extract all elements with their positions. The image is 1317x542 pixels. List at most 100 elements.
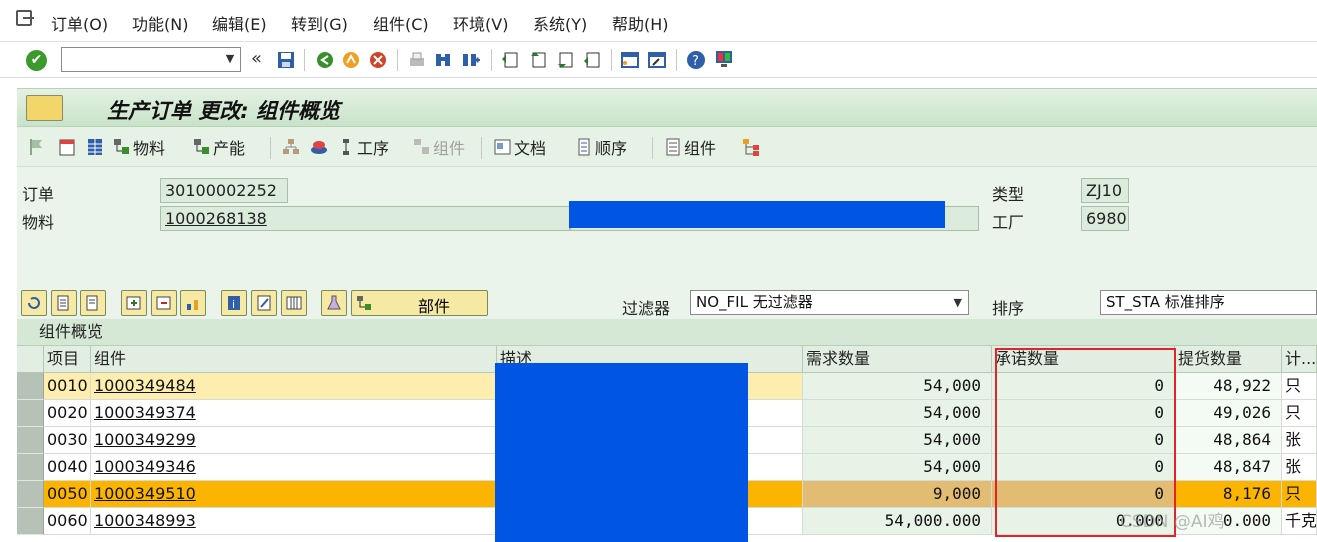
row-selector[interactable]: [17, 454, 44, 481]
col-unit[interactable]: 计...: [1282, 346, 1317, 373]
component-button[interactable]: 组件: [664, 136, 716, 158]
operation-button[interactable]: 工序: [337, 136, 389, 158]
menu-function[interactable]: 功能(N): [132, 11, 188, 35]
plant-field[interactable]: 6980: [1081, 206, 1129, 231]
cell-component-link[interactable]: 1000349510: [91, 481, 497, 508]
last-page-icon[interactable]: [582, 50, 602, 70]
cell-component-link[interactable]: 1000349299: [91, 427, 497, 454]
menu-system-icon[interactable]: [16, 10, 34, 26]
collapse-icon[interactable]: «: [251, 48, 262, 69]
cell-component-link[interactable]: 1000349346: [91, 454, 497, 481]
plant-label: 工厂: [992, 213, 1025, 232]
material-button[interactable]: 物料: [113, 136, 165, 158]
previous-page-icon[interactable]: [528, 50, 548, 70]
document-button[interactable]: 文档: [494, 136, 546, 158]
menu-environment[interactable]: 环境(V): [453, 11, 508, 35]
parts-button[interactable]: 部件: [351, 290, 488, 316]
document-button-label: 文档: [514, 139, 547, 158]
menu-order[interactable]: 订单(O): [51, 11, 108, 35]
svg-text:?: ?: [692, 54, 699, 69]
row-selector[interactable]: [17, 481, 44, 508]
order-field[interactable]: 30100002252: [160, 178, 288, 203]
cell-item: 0020: [44, 400, 91, 427]
sort-select[interactable]: ST_STA 标准排序: [1100, 290, 1317, 315]
list-icon: [86, 295, 98, 311]
grid-delete-button[interactable]: [151, 290, 177, 316]
capacity-button-label: 产能: [213, 139, 246, 158]
flag-icon[interactable]: [27, 137, 47, 157]
shortcut-icon[interactable]: [647, 50, 667, 70]
cell-component-link[interactable]: 1000348993: [91, 508, 497, 535]
sort-icon: [187, 300, 198, 310]
select-all-header[interactable]: [17, 346, 44, 373]
grid-layout-button[interactable]: [281, 290, 307, 316]
customize-layout-icon[interactable]: [714, 49, 734, 69]
details-icon: [57, 295, 69, 311]
enter-check-icon[interactable]: ✔: [26, 50, 47, 71]
grid-refresh-button[interactable]: [21, 290, 47, 316]
grid-color-button[interactable]: [321, 290, 347, 316]
refresh-icon: [28, 297, 40, 309]
grid-edit-button[interactable]: [251, 290, 277, 316]
sequence-button[interactable]: 顺序: [575, 136, 627, 158]
grid-sort-button[interactable]: [180, 290, 206, 316]
exit-icon[interactable]: [341, 50, 361, 70]
col-withdrawn-qty[interactable]: 提货数量: [1175, 346, 1282, 373]
next-page-icon[interactable]: [555, 50, 575, 70]
cell-component-link[interactable]: 1000349374: [91, 400, 497, 427]
watermark: CSDN @AI鸡: [1120, 512, 1225, 532]
save-icon[interactable]: [276, 50, 296, 70]
row-selector[interactable]: [17, 508, 44, 535]
grid-info-button[interactable]: i: [221, 290, 247, 316]
row-selector[interactable]: [17, 427, 44, 454]
operation-icon: [343, 139, 349, 155]
cell-item: 0050: [44, 481, 91, 508]
help-icon[interactable]: ?: [686, 50, 706, 70]
menu-goto[interactable]: 转到(G): [291, 11, 348, 35]
first-page-icon[interactable]: [500, 50, 520, 70]
cell-withdrawn-qty: 48,922: [1175, 373, 1282, 400]
menu-component[interactable]: 组件(C): [373, 11, 429, 35]
calendar-icon[interactable]: [57, 137, 77, 157]
edit-icon: [257, 295, 271, 311]
grid-details-button[interactable]: [51, 290, 77, 316]
new-session-icon[interactable]: [620, 50, 640, 70]
grid-print-button[interactable]: [80, 290, 106, 316]
col-required-qty[interactable]: 需求数量: [803, 346, 992, 373]
component-disabled-label: 组件: [433, 139, 466, 158]
cell-withdrawn-qty: 8,176: [1175, 481, 1282, 508]
cell-required-qty: 54,000.000: [803, 508, 992, 535]
find-icon[interactable]: [433, 50, 453, 70]
structure-icon[interactable]: [741, 137, 761, 157]
cell-component-link[interactable]: 1000349484: [91, 373, 497, 400]
command-field[interactable]: [61, 47, 241, 72]
command-dropdown-icon[interactable]: ▼: [222, 49, 238, 69]
row-selector[interactable]: [17, 400, 44, 427]
cell-unit: 张: [1282, 454, 1317, 481]
hierarchy-icon[interactable]: [281, 137, 301, 157]
find-next-icon[interactable]: [461, 50, 481, 70]
component-button-disabled: 组件: [413, 136, 465, 158]
filter-select[interactable]: NO_FIL 无过滤器 ▼: [690, 290, 969, 315]
filter-dropdown-icon[interactable]: ▼: [954, 291, 962, 314]
menu-edit[interactable]: 编辑(E): [212, 11, 267, 35]
material-icon: [114, 139, 129, 154]
capacity-button[interactable]: 产能: [193, 136, 245, 158]
material-field[interactable]: 1000268138: [160, 206, 570, 231]
col-item[interactable]: 项目: [44, 346, 91, 373]
col-component[interactable]: 组件: [91, 346, 497, 373]
back-icon[interactable]: [315, 50, 335, 70]
cancel-icon[interactable]: [368, 50, 388, 70]
menu-help[interactable]: 帮助(H): [612, 11, 669, 35]
grid-insert-button[interactable]: [121, 290, 147, 316]
table-icon[interactable]: [85, 137, 105, 157]
print-icon[interactable]: [407, 50, 427, 70]
material-link[interactable]: 1000268138: [165, 209, 267, 228]
menu-system[interactable]: 系统(Y): [533, 11, 587, 35]
row-selector[interactable]: [17, 373, 44, 400]
cell-required-qty: 54,000: [803, 454, 992, 481]
type-field[interactable]: ZJ10: [1081, 178, 1129, 203]
insert-row-icon: [126, 296, 141, 310]
page-title: 生产订单 更改: 组件概览: [107, 99, 341, 123]
routing-icon[interactable]: [309, 137, 329, 157]
